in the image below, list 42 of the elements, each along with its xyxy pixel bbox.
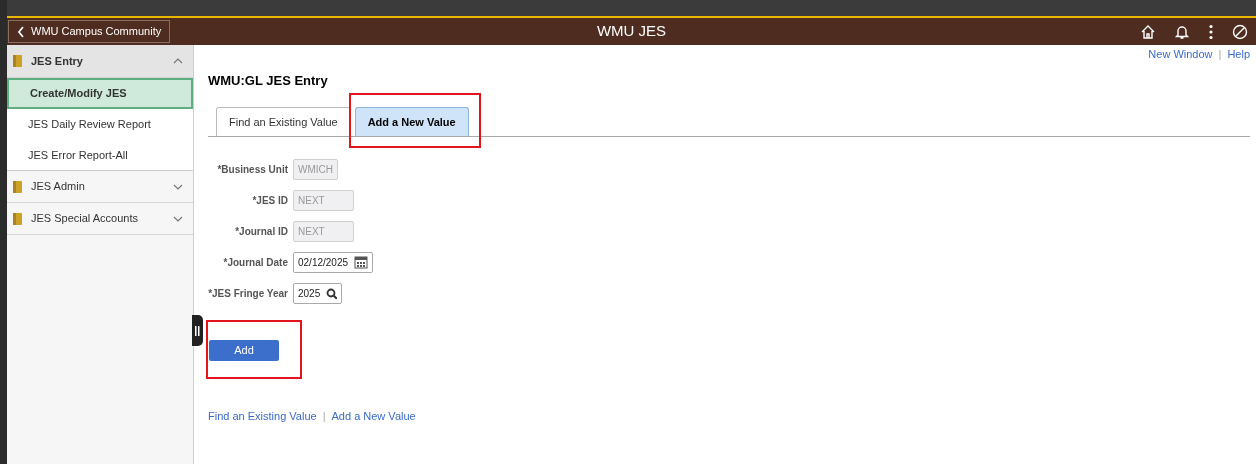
app-title: WMU JES: [596, 21, 667, 42]
home-icon[interactable]: [1140, 23, 1156, 40]
calendar-icon[interactable]: [354, 255, 369, 269]
page-link[interactable]: Add a New Value: [331, 407, 416, 424]
search-icon[interactable]: [326, 287, 338, 299]
field-label: *JES Fringe Year: [208, 286, 288, 301]
input-field: NEXT: [293, 189, 354, 211]
top-link[interactable]: Help: [1227, 46, 1250, 63]
sidebar-item[interactable]: Create/Modify JES: [7, 78, 193, 109]
link-separator: |: [322, 408, 326, 424]
field-label: *Journal ID: [234, 224, 288, 239]
tab[interactable]: Add a New Value: [354, 107, 469, 136]
sidebar-group[interactable]: JES Special Accounts: [7, 203, 193, 235]
collapse-icon: [173, 57, 183, 65]
add-button[interactable]: Add: [209, 339, 279, 361]
tab[interactable]: Find an Existing Value: [216, 107, 351, 136]
page-link[interactable]: Find an Existing Value: [208, 407, 317, 424]
field-label: *Business Unit: [216, 162, 288, 177]
folder-icon: [12, 179, 23, 194]
back-button[interactable]: WMU Campus Community: [8, 20, 171, 43]
field-label: *JES ID: [251, 193, 288, 208]
link-separator: |: [1218, 47, 1222, 62]
input-field: NEXT: [293, 220, 354, 242]
top-link[interactable]: New Window: [1148, 46, 1213, 63]
sidebar-item[interactable]: JES Error Report-All: [7, 140, 193, 171]
folder-icon: [12, 54, 23, 68]
pause-icon: [195, 325, 200, 336]
expand-icon: [173, 182, 183, 191]
folder-icon: [12, 211, 23, 226]
menu-icon[interactable]: [1208, 23, 1214, 40]
notification-icon[interactable]: [1174, 23, 1190, 40]
collapse-handle[interactable]: [192, 315, 203, 346]
page-title: WMU:GL JES Entry: [208, 71, 329, 90]
field-label: *Journal Date: [222, 255, 288, 270]
sidebar-group[interactable]: JES Admin: [7, 171, 193, 203]
input-field: WMICH: [293, 158, 338, 180]
sidebar-group[interactable]: JES Entry: [7, 45, 193, 78]
back-icon: [17, 25, 25, 38]
expand-icon: [173, 214, 183, 223]
sidebar-item[interactable]: JES Daily Review Report: [7, 109, 193, 140]
input-field[interactable]: 02/12/2025: [293, 251, 374, 273]
input-field[interactable]: 2025: [293, 282, 343, 304]
